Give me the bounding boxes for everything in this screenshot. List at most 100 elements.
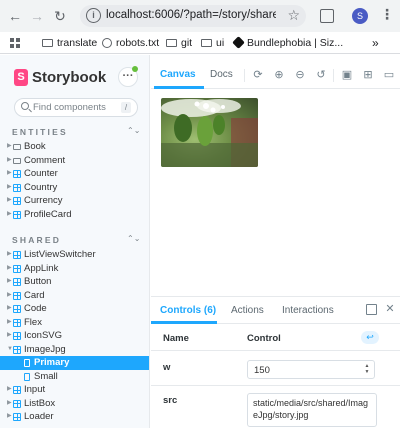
tab-interactions[interactable]: Interactions [282, 305, 334, 316]
number-stepper[interactable]: ▲ ▼ [363, 363, 371, 376]
component-icon [13, 264, 21, 273]
component-icon [13, 345, 21, 354]
tree-item-listbox[interactable]: ▶ ListBox [0, 397, 149, 411]
tree-item-loader[interactable]: ▶ Loader [0, 410, 149, 424]
control-row-src: src static/media/src/shared/ImageJpg/sto… [151, 387, 400, 428]
search-icon [21, 102, 29, 110]
bookmark-ui[interactable]: ui [201, 36, 224, 50]
collapse-toggle-icon[interactable]: ⌃⌄ [127, 126, 140, 135]
tab-canvas[interactable]: Canvas [160, 69, 196, 80]
bookmark-story-icon [24, 359, 30, 367]
tab-docs[interactable]: Docs [210, 69, 233, 80]
search-box[interactable]: / [14, 98, 138, 117]
bookmark-git[interactable]: git [166, 36, 192, 50]
src-text-field[interactable]: static/media/src/shared/ImageJpg/story.j… [247, 393, 377, 427]
tree-item-country[interactable]: ▶ Country [0, 181, 149, 195]
component-icon [13, 183, 21, 192]
control-name: src [163, 395, 178, 406]
bookmarks-bar: translate robots.txt git ui Bundlephobia… [0, 32, 400, 54]
controls-header: Name Control ↩ [151, 325, 400, 351]
globe-icon [102, 38, 112, 48]
app-window: ← → ↻ i localhost:6006/?path=/story/shar… [0, 0, 400, 428]
reload-icon[interactable]: ↻ [51, 7, 69, 25]
toolbar-divider [244, 69, 245, 82]
grid-icon[interactable]: ⊞ [362, 69, 374, 81]
bookmark-story-icon [24, 372, 30, 381]
reset-controls-icon[interactable]: ↩ [361, 331, 379, 344]
story-image [161, 98, 258, 167]
component-icon [13, 413, 21, 421]
tree-item-comment[interactable]: ▶ Comment [0, 154, 149, 168]
search-shortcut-key: / [121, 102, 131, 113]
tree-item-iconsvg[interactable]: ▶ IconSVG [0, 329, 149, 343]
control-name: w [163, 362, 171, 373]
folder-icon [42, 39, 53, 47]
story-item-small[interactable]: Small [0, 370, 149, 384]
section-header-shared[interactable]: SHARED ⌃⌄ [0, 234, 149, 248]
tree-item-profilecard[interactable]: ▶ ProfileCard [0, 208, 149, 222]
control-row-w: w ▲▼ [151, 352, 400, 386]
component-icon [13, 332, 21, 340]
tree-item-card[interactable]: ▶ Card [0, 289, 149, 303]
apps-grid-icon[interactable] [10, 36, 24, 50]
tree-item-button[interactable]: ▶ Button [0, 275, 149, 289]
tree-item-book[interactable]: ▶ Book [0, 140, 149, 154]
notification-dot [132, 66, 138, 72]
component-icon [13, 386, 21, 394]
main-area: Canvas Docs ⟳ ⊕ ⊖ ↺ ▣ ⊞ ▭ Controls (6) A… [151, 55, 400, 428]
profile-avatar[interactable]: S [352, 8, 368, 24]
addons-panel: Controls (6) Actions Interactions ✕ Name… [151, 296, 400, 428]
active-addon-indicator [151, 321, 217, 324]
section-shared: SHARED ⌃⌄ ▶ ListViewSwitcher ▶ AppLink ▶ Bu… [0, 234, 149, 424]
tab-actions[interactable]: Actions [231, 305, 264, 316]
component-icon [13, 278, 21, 286]
preview-toolbar: Canvas Docs ⟳ ⊕ ⊖ ↺ ▣ ⊞ ▭ [151, 61, 400, 89]
tree-item-applink[interactable]: ▶ AppLink [0, 262, 149, 276]
component-icon [13, 197, 21, 205]
tab-controls[interactable]: Controls (6) [160, 305, 216, 316]
site-info-icon[interactable]: i [86, 8, 101, 23]
active-tab-indicator [154, 86, 204, 89]
collapse-toggle-icon[interactable]: ⌃⌄ [127, 234, 140, 243]
story-item-primary[interactable]: Primary [0, 356, 149, 370]
back-arrow-icon[interactable]: ← [6, 7, 24, 25]
zoom-reset-icon[interactable]: ↺ [315, 69, 327, 81]
address-bar[interactable]: i localhost:6006/?path=/story/shared-im.… [80, 5, 306, 27]
bookmark-bundlephobia[interactable]: Bundlephobia | Siz... [232, 36, 343, 50]
background-icon[interactable]: ▣ [341, 69, 353, 81]
forward-arrow-icon[interactable]: → [28, 7, 46, 25]
tree-item-code[interactable]: ▶ Code [0, 302, 149, 316]
zoom-in-icon[interactable]: ⊕ [273, 69, 285, 81]
tree-item-counter[interactable]: ▶ Counter [0, 167, 149, 181]
search-input[interactable] [33, 101, 119, 114]
tree-item-imagejpg[interactable]: ▼ ImageJpg [0, 343, 149, 357]
extensions-icon[interactable] [320, 9, 334, 23]
zoom-out-icon[interactable]: ⊖ [294, 69, 306, 81]
component-icon [13, 170, 21, 178]
bookmark-translate[interactable]: translate [42, 36, 97, 50]
w-number-input[interactable]: ▲▼ [247, 360, 375, 379]
panel-orientation-icon[interactable] [366, 304, 377, 315]
bookmark-star-icon[interactable]: ☆ [287, 7, 300, 24]
w-value-field[interactable] [254, 364, 344, 376]
brand-name: Storybook [32, 69, 107, 86]
component-icon [13, 291, 21, 300]
bundlephobia-icon [232, 36, 245, 49]
close-panel-icon[interactable]: ✕ [384, 303, 396, 315]
more-bookmarks-icon[interactable]: » [372, 36, 379, 50]
url-text[interactable]: localhost:6006/?path=/story/shared-im... [106, 9, 276, 21]
tree-item-input[interactable]: ▶ Input [0, 383, 149, 397]
viewport-icon[interactable]: ▭ [383, 69, 395, 81]
tree-item-flex[interactable]: ▶ Flex [0, 316, 149, 330]
folder-icon [13, 144, 21, 150]
sidebar-menu-button[interactable]: ··· [118, 66, 138, 87]
folder-icon [166, 39, 177, 47]
flower-leaves-photo [161, 99, 258, 167]
tree-item-currency[interactable]: ▶ Currency [0, 194, 149, 208]
browser-menu-icon[interactable]: ⋮ [380, 6, 394, 23]
storybook-sidebar: S Storybook ··· / ENTITIES ⌃⌄ ▶Book ▶Com… [0, 55, 150, 428]
section-header-entities[interactable]: ENTITIES ⌃⌄ [0, 126, 149, 140]
bookmark-robots[interactable]: robots.txt [102, 36, 159, 50]
tree-item-listviewswitcher[interactable]: ▶ ListViewSwitcher [0, 248, 149, 262]
remount-icon[interactable]: ⟳ [252, 69, 264, 81]
